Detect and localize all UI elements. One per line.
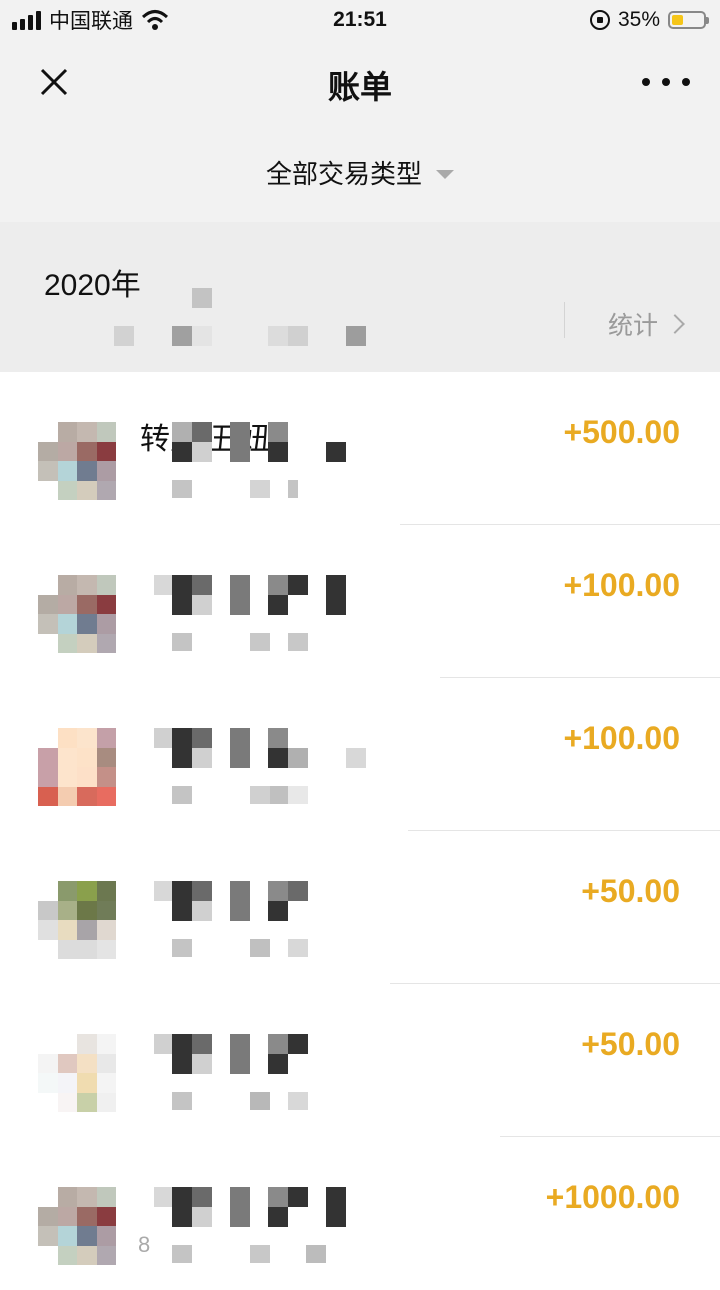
redacted-mosaic [150,573,370,663]
transaction-amount: +1000.00 [545,1179,680,1215]
redacted-mosaic [150,1185,370,1275]
battery-icon [668,11,709,29]
redacted-block [268,326,288,346]
transaction-row[interactable]: +50.00 [0,984,720,1137]
divider [564,302,565,338]
transaction-amount: +50.00 [581,1026,680,1062]
redacted-block [346,326,366,346]
avatar [38,1187,116,1265]
transaction-amount: +100.00 [563,720,680,756]
redacted-block [288,326,308,346]
redacted-block [114,326,134,346]
transaction-row[interactable]: +100.00 [0,678,720,831]
month-header: 2020年 统计 [0,222,720,372]
battery-percent: 35% [617,8,660,31]
page-title: 账单 [327,69,392,105]
stats-label: 统计 [608,312,659,340]
transaction-amount: +100.00 [563,567,680,603]
redacted-block [172,326,192,346]
transaction-row[interactable]: +50.00 [0,831,720,984]
chevron-right-icon [665,314,685,334]
redacted-mosaic [150,879,370,969]
transaction-row[interactable]: +100.00 [0,525,720,678]
more-icon[interactable] [642,70,690,94]
avatar [38,575,116,653]
stats-button[interactable]: 统计 [608,306,685,342]
avatar [38,881,116,959]
filter-label: 全部交易类型 [265,159,422,189]
nav-bar: 账单 [0,40,720,124]
transaction-list: 转账-丑妞 +500.00 [0,372,720,1290]
redacted-mosaic [150,420,370,510]
month-title[interactable]: 2020年 [44,260,141,304]
footer-number: 8 [138,1232,151,1257]
transaction-row[interactable]: +1000.00 [0,1137,720,1290]
redacted-mosaic [150,726,370,816]
transaction-type-filter[interactable]: 全部交易类型 [0,154,720,191]
avatar [38,1034,116,1112]
status-right: 35% [589,6,709,34]
redacted-block [192,326,212,346]
avatar [38,422,116,500]
filter-bar: 全部交易类型 [0,124,720,222]
status-bar: 中国联通 21:51 35% [0,0,720,40]
transaction-amount: +500.00 [563,414,680,450]
rotation-lock-icon [589,10,610,30]
caret-down-icon [436,170,454,179]
transaction-row[interactable]: 转账-丑妞 +500.00 [0,372,720,525]
avatar [38,728,116,806]
redacted-block [192,288,212,308]
redacted-mosaic [150,1032,370,1122]
transaction-amount: +50.00 [581,873,680,909]
